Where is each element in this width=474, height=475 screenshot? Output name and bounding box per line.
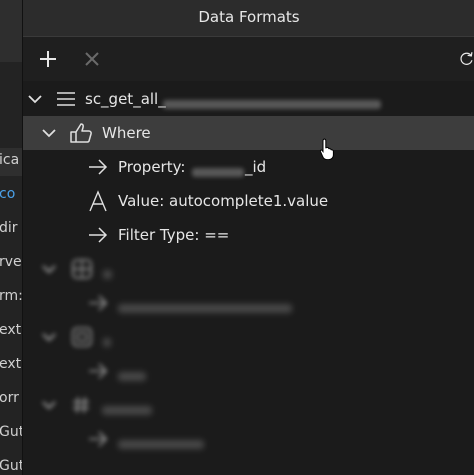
tree-row-redacted[interactable] (23, 286, 474, 320)
tree-row-redacted[interactable] (23, 320, 474, 354)
thumbs-up-icon (70, 123, 92, 143)
close-icon (85, 52, 99, 66)
redacted-text (118, 299, 292, 317)
tree-root-label: sc_get_all_ (85, 90, 166, 108)
add-button[interactable] (32, 43, 64, 75)
property-label: Property: (118, 158, 186, 176)
background-text: ext (0, 322, 22, 338)
letter-a-icon (89, 190, 107, 212)
tree-row-redacted[interactable] (23, 388, 474, 422)
redacted-text (103, 265, 112, 283)
background-text: rm: (0, 288, 22, 304)
arrow-right-icon (89, 227, 108, 243)
arrow-right-icon (89, 159, 108, 175)
chevron-down-icon[interactable] (42, 264, 56, 274)
grid-icon (72, 259, 92, 279)
tree-row-redacted[interactable] (23, 422, 474, 456)
tree-row-property[interactable]: Property: _id (23, 150, 474, 184)
redacted-text (192, 163, 244, 181)
remove-button[interactable] (76, 43, 108, 75)
filter-type-label: Filter Type: == (118, 226, 230, 244)
background-text: rve (0, 254, 22, 270)
background-toolbar (0, 0, 22, 62)
where-label: Where (102, 124, 151, 142)
tree-row-where[interactable]: Where (23, 116, 474, 160)
plus-icon (40, 51, 56, 67)
panel-title: Data Formats (198, 8, 300, 26)
background-app-strip: ica co dir rve rm: ext ext orr Gut Gut (0, 0, 22, 475)
hash-icon (73, 396, 89, 414)
redacted-text (118, 367, 146, 385)
redacted-text (118, 435, 204, 453)
list-icon (57, 92, 75, 106)
background-text: ica (0, 152, 20, 168)
arrow-right-icon (89, 295, 108, 311)
chevron-down-icon[interactable] (42, 332, 56, 342)
box-icon (72, 327, 92, 347)
refresh-button[interactable] (459, 43, 474, 75)
redacted-text (163, 95, 381, 113)
panel-titlebar: Data Formats (23, 0, 474, 37)
redacted-text (102, 401, 152, 419)
background-text: Gut (0, 424, 22, 440)
redacted-text (103, 333, 111, 351)
data-formats-panel: Data Formats sc_get_all_ Where Property:… (22, 0, 474, 475)
chevron-down-icon[interactable] (42, 128, 56, 138)
tree-row-filter-type[interactable]: Filter Type: == (23, 218, 474, 252)
background-text: orr (0, 390, 19, 406)
background-text: Gut (0, 458, 22, 474)
refresh-icon (460, 52, 473, 65)
tree-row-redacted[interactable] (23, 252, 474, 286)
tree-row-value[interactable]: Value: autocomplete1.value (23, 184, 474, 218)
background-text: dir (0, 220, 18, 236)
arrow-right-icon (89, 363, 108, 379)
tree-row-redacted[interactable] (23, 354, 474, 388)
background-text: ext (0, 356, 22, 372)
chevron-down-icon[interactable] (42, 400, 56, 410)
chevron-down-icon[interactable] (28, 94, 42, 104)
background-text: co (0, 186, 16, 202)
arrow-right-icon (89, 431, 108, 447)
value-label: Value: autocomplete1.value (118, 192, 329, 210)
tree-row-root[interactable]: sc_get_all_ (23, 82, 474, 116)
property-value: _id (245, 158, 267, 176)
panel-toolbar (23, 37, 474, 81)
